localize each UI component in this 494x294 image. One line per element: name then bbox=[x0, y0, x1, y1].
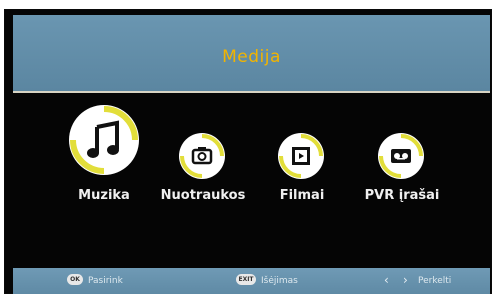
menu-item-photos[interactable] bbox=[179, 133, 225, 179]
ok-key-icon: OK bbox=[67, 274, 83, 285]
footer-bar: OK Pasirink EXIT Išėjimas ‹ › Perkelti bbox=[13, 268, 490, 294]
music-note-icon bbox=[70, 106, 138, 174]
menu-label-movies: Filmai bbox=[279, 188, 325, 203]
exit-key-icon: EXIT bbox=[236, 274, 256, 285]
footer-move-label: Perkelti bbox=[418, 276, 452, 286]
recorder-icon bbox=[379, 134, 423, 178]
footer-exit-label: Išėjimas bbox=[261, 276, 298, 286]
menu-label-pvr: PVR įrašai bbox=[364, 188, 440, 203]
menu-label-photos: Nuotraukos bbox=[160, 188, 246, 203]
menu-label-music: Muzika bbox=[78, 188, 130, 203]
left-arrow-icon: ‹ bbox=[384, 273, 389, 287]
media-screen: Medija Muzika Nuotraukos Filmai PVR įraš… bbox=[4, 9, 492, 294]
menu-item-music[interactable] bbox=[69, 105, 139, 175]
right-arrow-icon: › bbox=[403, 273, 408, 287]
menu-item-movies[interactable] bbox=[278, 133, 324, 179]
menu-item-pvr[interactable] bbox=[378, 133, 424, 179]
title-bar: Medija bbox=[13, 15, 490, 93]
page-title: Medija bbox=[222, 47, 281, 67]
film-icon bbox=[279, 134, 323, 178]
camera-icon bbox=[180, 134, 224, 178]
footer-select-label: Pasirink bbox=[88, 276, 123, 286]
